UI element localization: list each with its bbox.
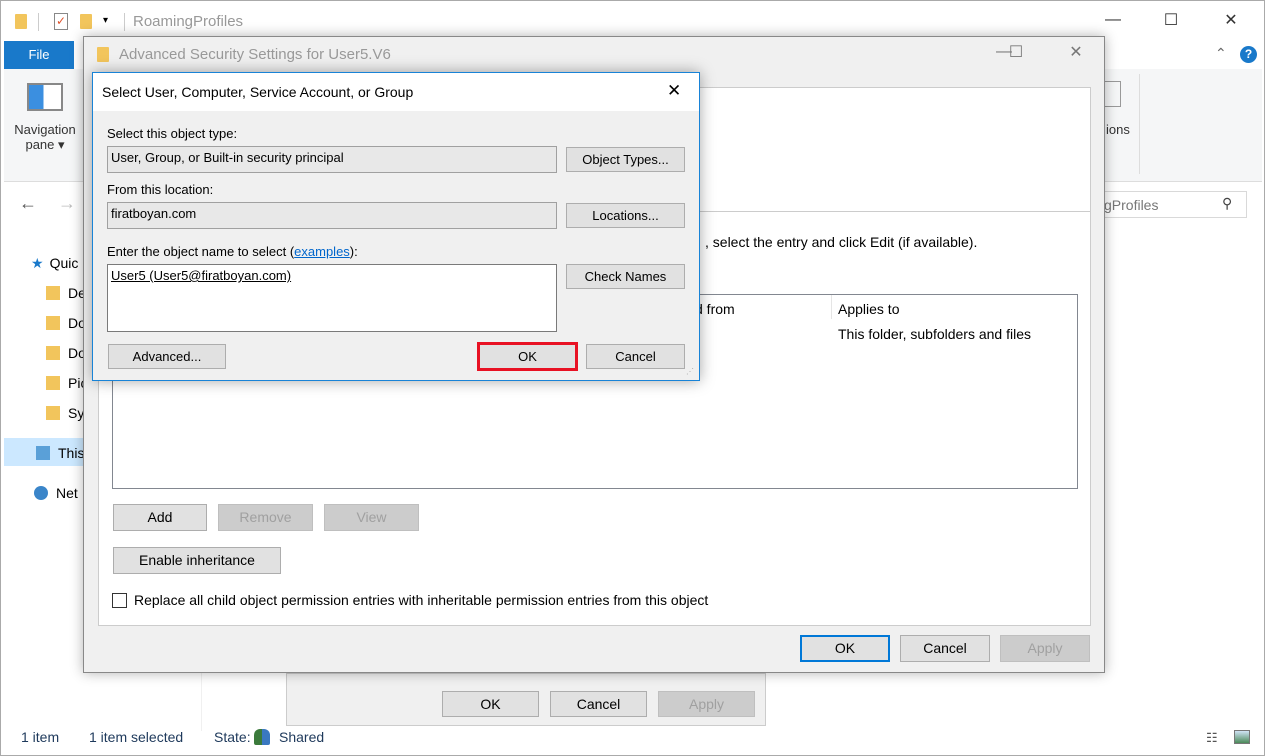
window-title: RoamingProfiles <box>133 13 244 30</box>
advanced-button[interactable]: Advanced... <box>108 344 226 369</box>
details-view-icon[interactable]: ☷ <box>1206 730 1218 746</box>
minimize-button[interactable]: — <box>1093 11 1133 29</box>
status-item-count: 1 item <box>21 729 60 745</box>
adv-close-button[interactable]: ✕ <box>1056 42 1096 62</box>
object-name-input[interactable]: User5 (User5@firatboyan.com) <box>107 264 557 332</box>
dialog-close-button[interactable]: ✕ <box>667 81 681 101</box>
nav-label: Net <box>56 485 78 501</box>
folder-icon <box>15 14 27 29</box>
search-input[interactable]: gProfiles <box>1104 197 1158 213</box>
adv-apply-button: Apply <box>1000 635 1090 662</box>
nav-item-sy[interactable]: Sy <box>46 403 84 423</box>
forward-button[interactable]: → <box>58 193 76 214</box>
large-icons-view-icon[interactable] <box>1234 730 1250 744</box>
nav-item-this-pc[interactable]: This <box>36 443 84 463</box>
back-ok-button[interactable]: OK <box>442 691 539 717</box>
object-name-label-end: ): <box>349 244 358 259</box>
folder-icon <box>46 286 60 300</box>
download-icon <box>46 316 60 330</box>
options-label[interactable]: ions <box>1106 122 1130 137</box>
location-field: firatboyan.com <box>107 202 557 229</box>
column-applies-to[interactable]: Applies to <box>838 301 899 317</box>
nav-item-pictures[interactable]: Pic <box>46 373 87 393</box>
nav-item-documents[interactable]: Do <box>46 343 86 363</box>
document-icon <box>46 346 60 360</box>
customize-qat-icon[interactable]: ▾ <box>103 15 108 26</box>
replace-child-label: Replace all child object permission entr… <box>134 592 709 608</box>
shared-users-icon <box>254 729 270 745</box>
computer-icon <box>36 446 50 460</box>
dialog-title: Select User, Computer, Service Account, … <box>102 84 414 100</box>
column-inherited-from[interactable]: d from <box>695 301 735 317</box>
cancel-button[interactable]: Cancel <box>586 344 685 369</box>
location-label: From this location: <box>107 182 214 197</box>
row-applies-to[interactable]: This folder, subfolders and files <box>838 326 1031 342</box>
nav-item-desktop[interactable]: De <box>46 283 86 303</box>
object-name-label: Enter the object name to select (example… <box>107 244 358 259</box>
examples-link[interactable]: examples <box>294 244 350 259</box>
resize-grip-icon[interactable]: ⋰ <box>686 367 694 376</box>
adv-cancel-button[interactable]: Cancel <box>900 635 990 662</box>
object-types-button[interactable]: Object Types... <box>566 147 685 172</box>
star-icon: ★ <box>31 255 44 271</box>
check-names-button[interactable]: Check Names <box>566 264 685 289</box>
navigation-pane-label-2: pane <box>25 137 55 152</box>
file-tab[interactable]: File <box>4 41 74 69</box>
nav-label: This <box>58 445 85 461</box>
back-apply-button: Apply <box>658 691 755 717</box>
folder-icon <box>97 47 109 62</box>
collapse-ribbon-icon[interactable]: ⌃ <box>1215 45 1227 62</box>
status-state-label: State: <box>214 729 251 745</box>
nav-item-network[interactable]: Net <box>34 483 78 503</box>
maximize-button[interactable]: ☐ <box>1151 10 1191 30</box>
back-cancel-button[interactable]: Cancel <box>550 691 647 717</box>
ok-button[interactable]: OK <box>477 342 578 371</box>
navigation-pane-label: Navigation <box>14 122 76 137</box>
navigation-pane-button[interactable]: Navigation pane ▾ <box>13 122 77 153</box>
select-user-dialog: Select User, Computer, Service Account, … <box>92 72 700 381</box>
adv-ok-button[interactable]: OK <box>800 635 890 662</box>
view-button: View <box>324 504 419 531</box>
adv-maximize-button[interactable]: ☐ <box>996 42 1036 62</box>
nav-label: Sy <box>68 405 85 421</box>
properties-dialog-behind: OK Cancel Apply <box>286 673 766 726</box>
network-icon <box>34 486 48 500</box>
replace-child-checkbox[interactable] <box>112 593 127 608</box>
nav-item-quick-access[interactable]: ★ Quic <box>31 253 78 273</box>
pictures-icon <box>46 376 60 390</box>
dialog-titlebar: Select User, Computer, Service Account, … <box>93 73 699 111</box>
status-selected: 1 item selected <box>89 729 184 745</box>
back-button[interactable]: ← <box>19 193 37 214</box>
navigation-pane-icon[interactable] <box>27 83 63 111</box>
new-folder-icon[interactable] <box>80 14 92 29</box>
remove-button: Remove <box>218 504 313 531</box>
properties-icon[interactable]: ✓ <box>54 13 68 30</box>
folder-icon <box>46 406 60 420</box>
advanced-title: Advanced Security Settings for User5.V6 <box>119 46 391 63</box>
instruction-text: , select the entry and click Edit (if av… <box>705 234 978 250</box>
search-icon: ⚲ <box>1222 195 1233 211</box>
locations-button[interactable]: Locations... <box>566 203 685 228</box>
nav-item-downloads[interactable]: Do <box>46 313 86 333</box>
resolved-object-name: User5 (User5@firatboyan.com) <box>111 268 292 283</box>
status-state-value: Shared <box>279 729 325 745</box>
help-icon[interactable]: ? <box>1240 46 1257 63</box>
object-type-label: Select this object type: <box>107 126 238 141</box>
object-type-field: User, Group, or Built-in security princi… <box>107 146 557 173</box>
nav-label: Quic <box>49 255 79 271</box>
search-box[interactable]: gProfiles ⚲ <box>1099 191 1247 218</box>
enable-inheritance-button[interactable]: Enable inheritance <box>113 547 281 574</box>
close-button[interactable]: ✕ <box>1211 10 1251 30</box>
add-button[interactable]: Add <box>113 504 207 531</box>
object-name-label-text: Enter the object name to select ( <box>107 244 295 259</box>
